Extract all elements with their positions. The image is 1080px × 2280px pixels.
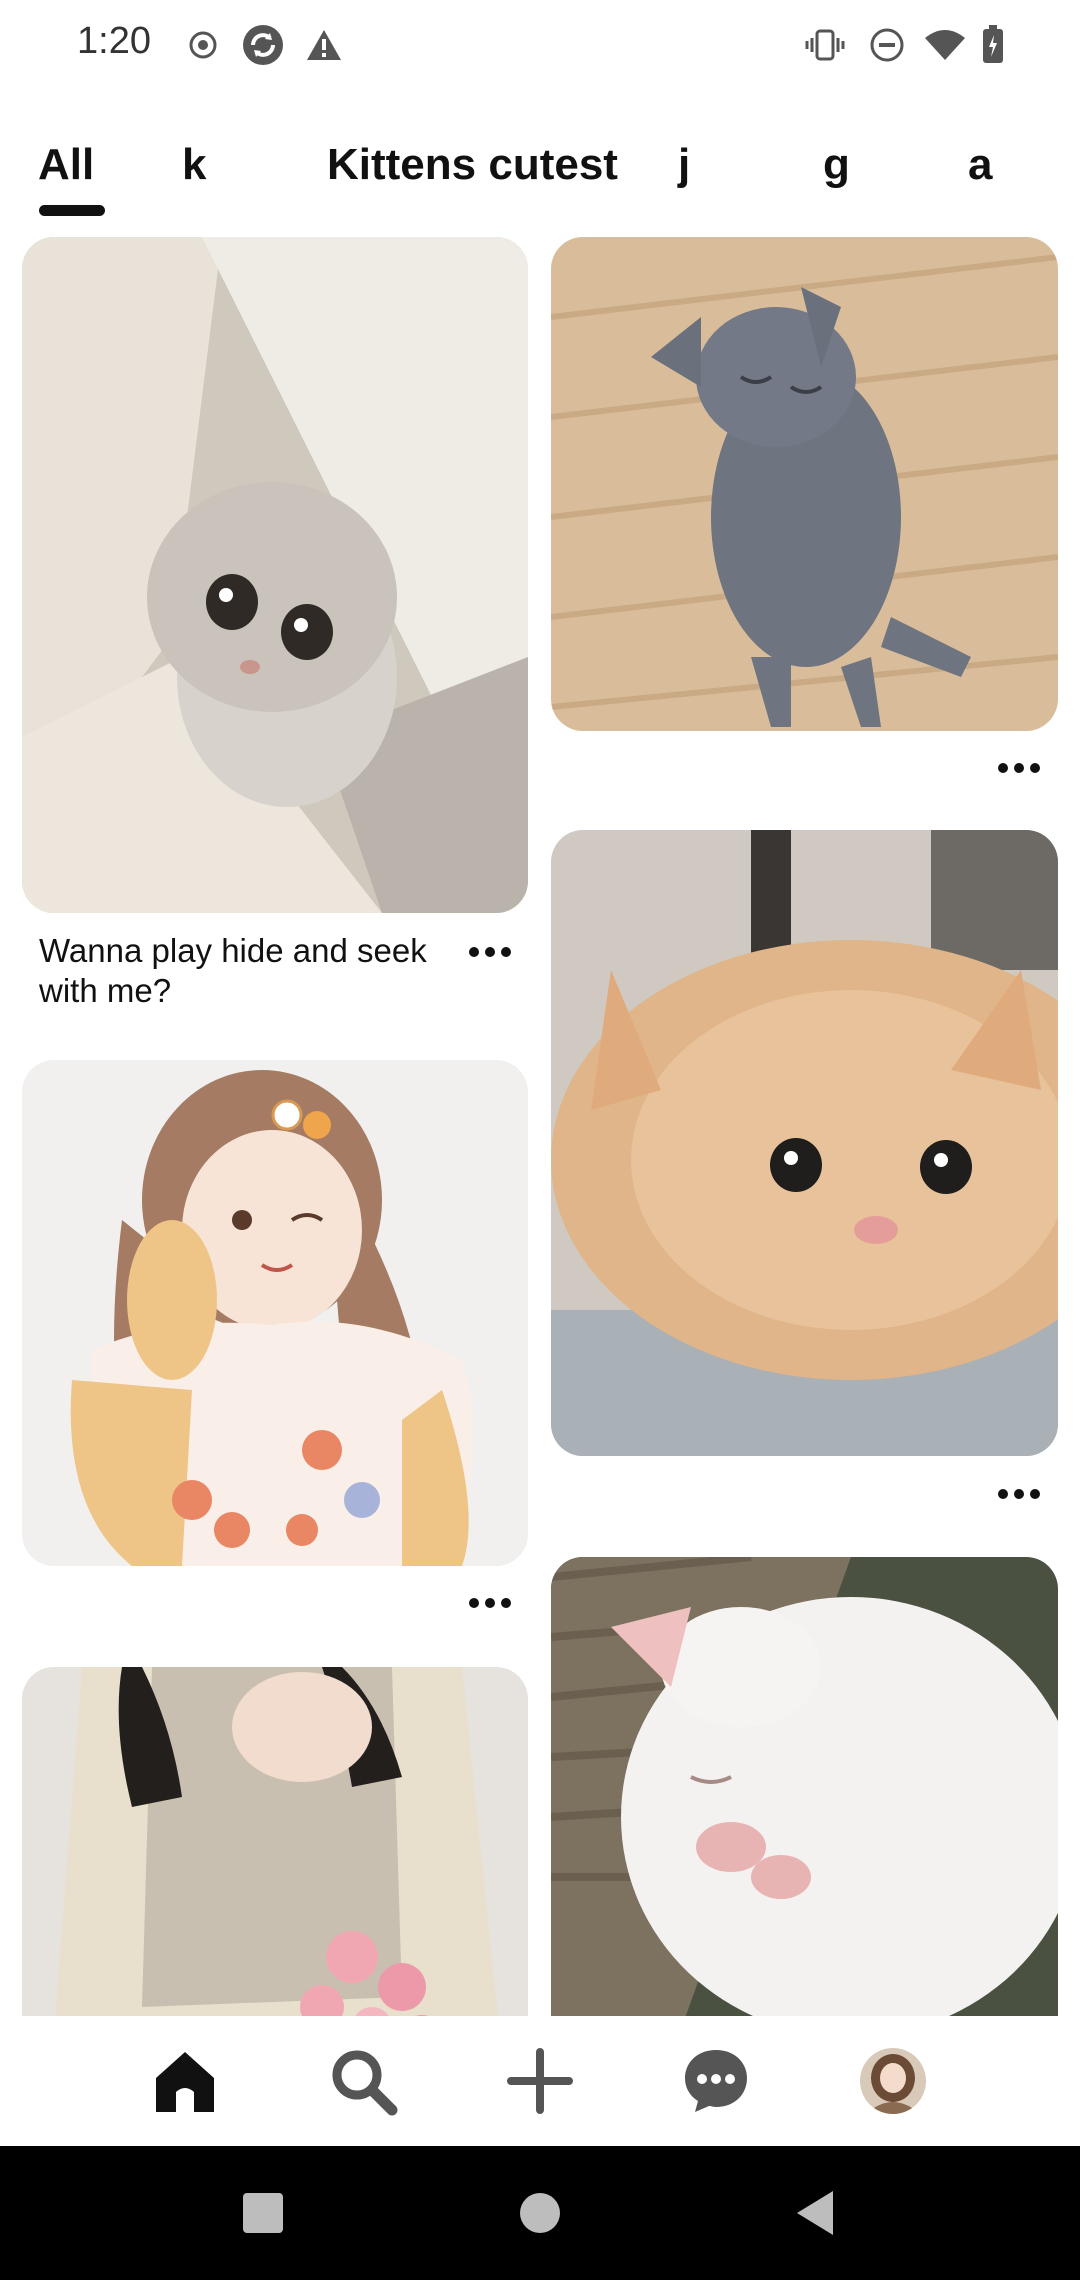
battery-icon bbox=[980, 24, 1006, 66]
sync-icon bbox=[240, 24, 286, 66]
tab-g[interactable]: g bbox=[823, 140, 850, 190]
tab-j[interactable]: j bbox=[678, 140, 690, 190]
record-icon bbox=[186, 24, 220, 66]
create-icon[interactable] bbox=[495, 2036, 585, 2126]
system-navigation-bar bbox=[0, 2146, 1080, 2280]
selected-tab-indicator bbox=[39, 205, 105, 216]
messages-icon[interactable] bbox=[671, 2036, 761, 2126]
profile-avatar[interactable] bbox=[848, 2036, 938, 2126]
more-options-button[interactable] bbox=[989, 750, 1049, 786]
tab-k[interactable]: k bbox=[182, 140, 206, 190]
recents-button[interactable] bbox=[228, 2178, 298, 2248]
pin-caption[interactable]: Wanna play hide and seek with me? bbox=[39, 931, 439, 1011]
tab-kittens-cutest[interactable]: Kittens cutest bbox=[327, 140, 618, 190]
pin-fashion-photo-image[interactable] bbox=[22, 1667, 528, 2016]
board-tabs: All k Kittens cutest j g a bbox=[0, 140, 1080, 220]
more-options-button[interactable] bbox=[460, 934, 520, 970]
home-button[interactable] bbox=[505, 2178, 575, 2248]
home-icon[interactable] bbox=[140, 2036, 230, 2126]
dnd-icon bbox=[868, 24, 906, 66]
pin-feed[interactable]: Wanna play hide and seek with me? bbox=[0, 236, 1080, 2016]
search-icon[interactable] bbox=[318, 2036, 408, 2126]
tab-a[interactable]: a bbox=[968, 140, 992, 190]
pin-hiding-cat-image[interactable] bbox=[22, 237, 528, 913]
wifi-icon bbox=[922, 24, 968, 66]
status-bar: 1:20 bbox=[0, 0, 1080, 90]
pin-girl-illustration-image[interactable] bbox=[22, 1060, 528, 1566]
vibrate-icon bbox=[804, 24, 846, 66]
status-time: 1:20 bbox=[77, 20, 151, 62]
more-options-button[interactable] bbox=[460, 1585, 520, 1621]
bottom-navigation bbox=[0, 2016, 1080, 2146]
warning-icon bbox=[304, 24, 344, 66]
pin-white-kitten-image[interactable] bbox=[551, 1557, 1058, 2016]
more-options-button[interactable] bbox=[989, 1476, 1049, 1512]
back-button[interactable] bbox=[780, 2178, 850, 2248]
tab-all[interactable]: All bbox=[38, 140, 94, 190]
pin-ginger-kitten-image[interactable] bbox=[551, 830, 1058, 1456]
pin-gray-kitten-image[interactable] bbox=[551, 237, 1058, 731]
